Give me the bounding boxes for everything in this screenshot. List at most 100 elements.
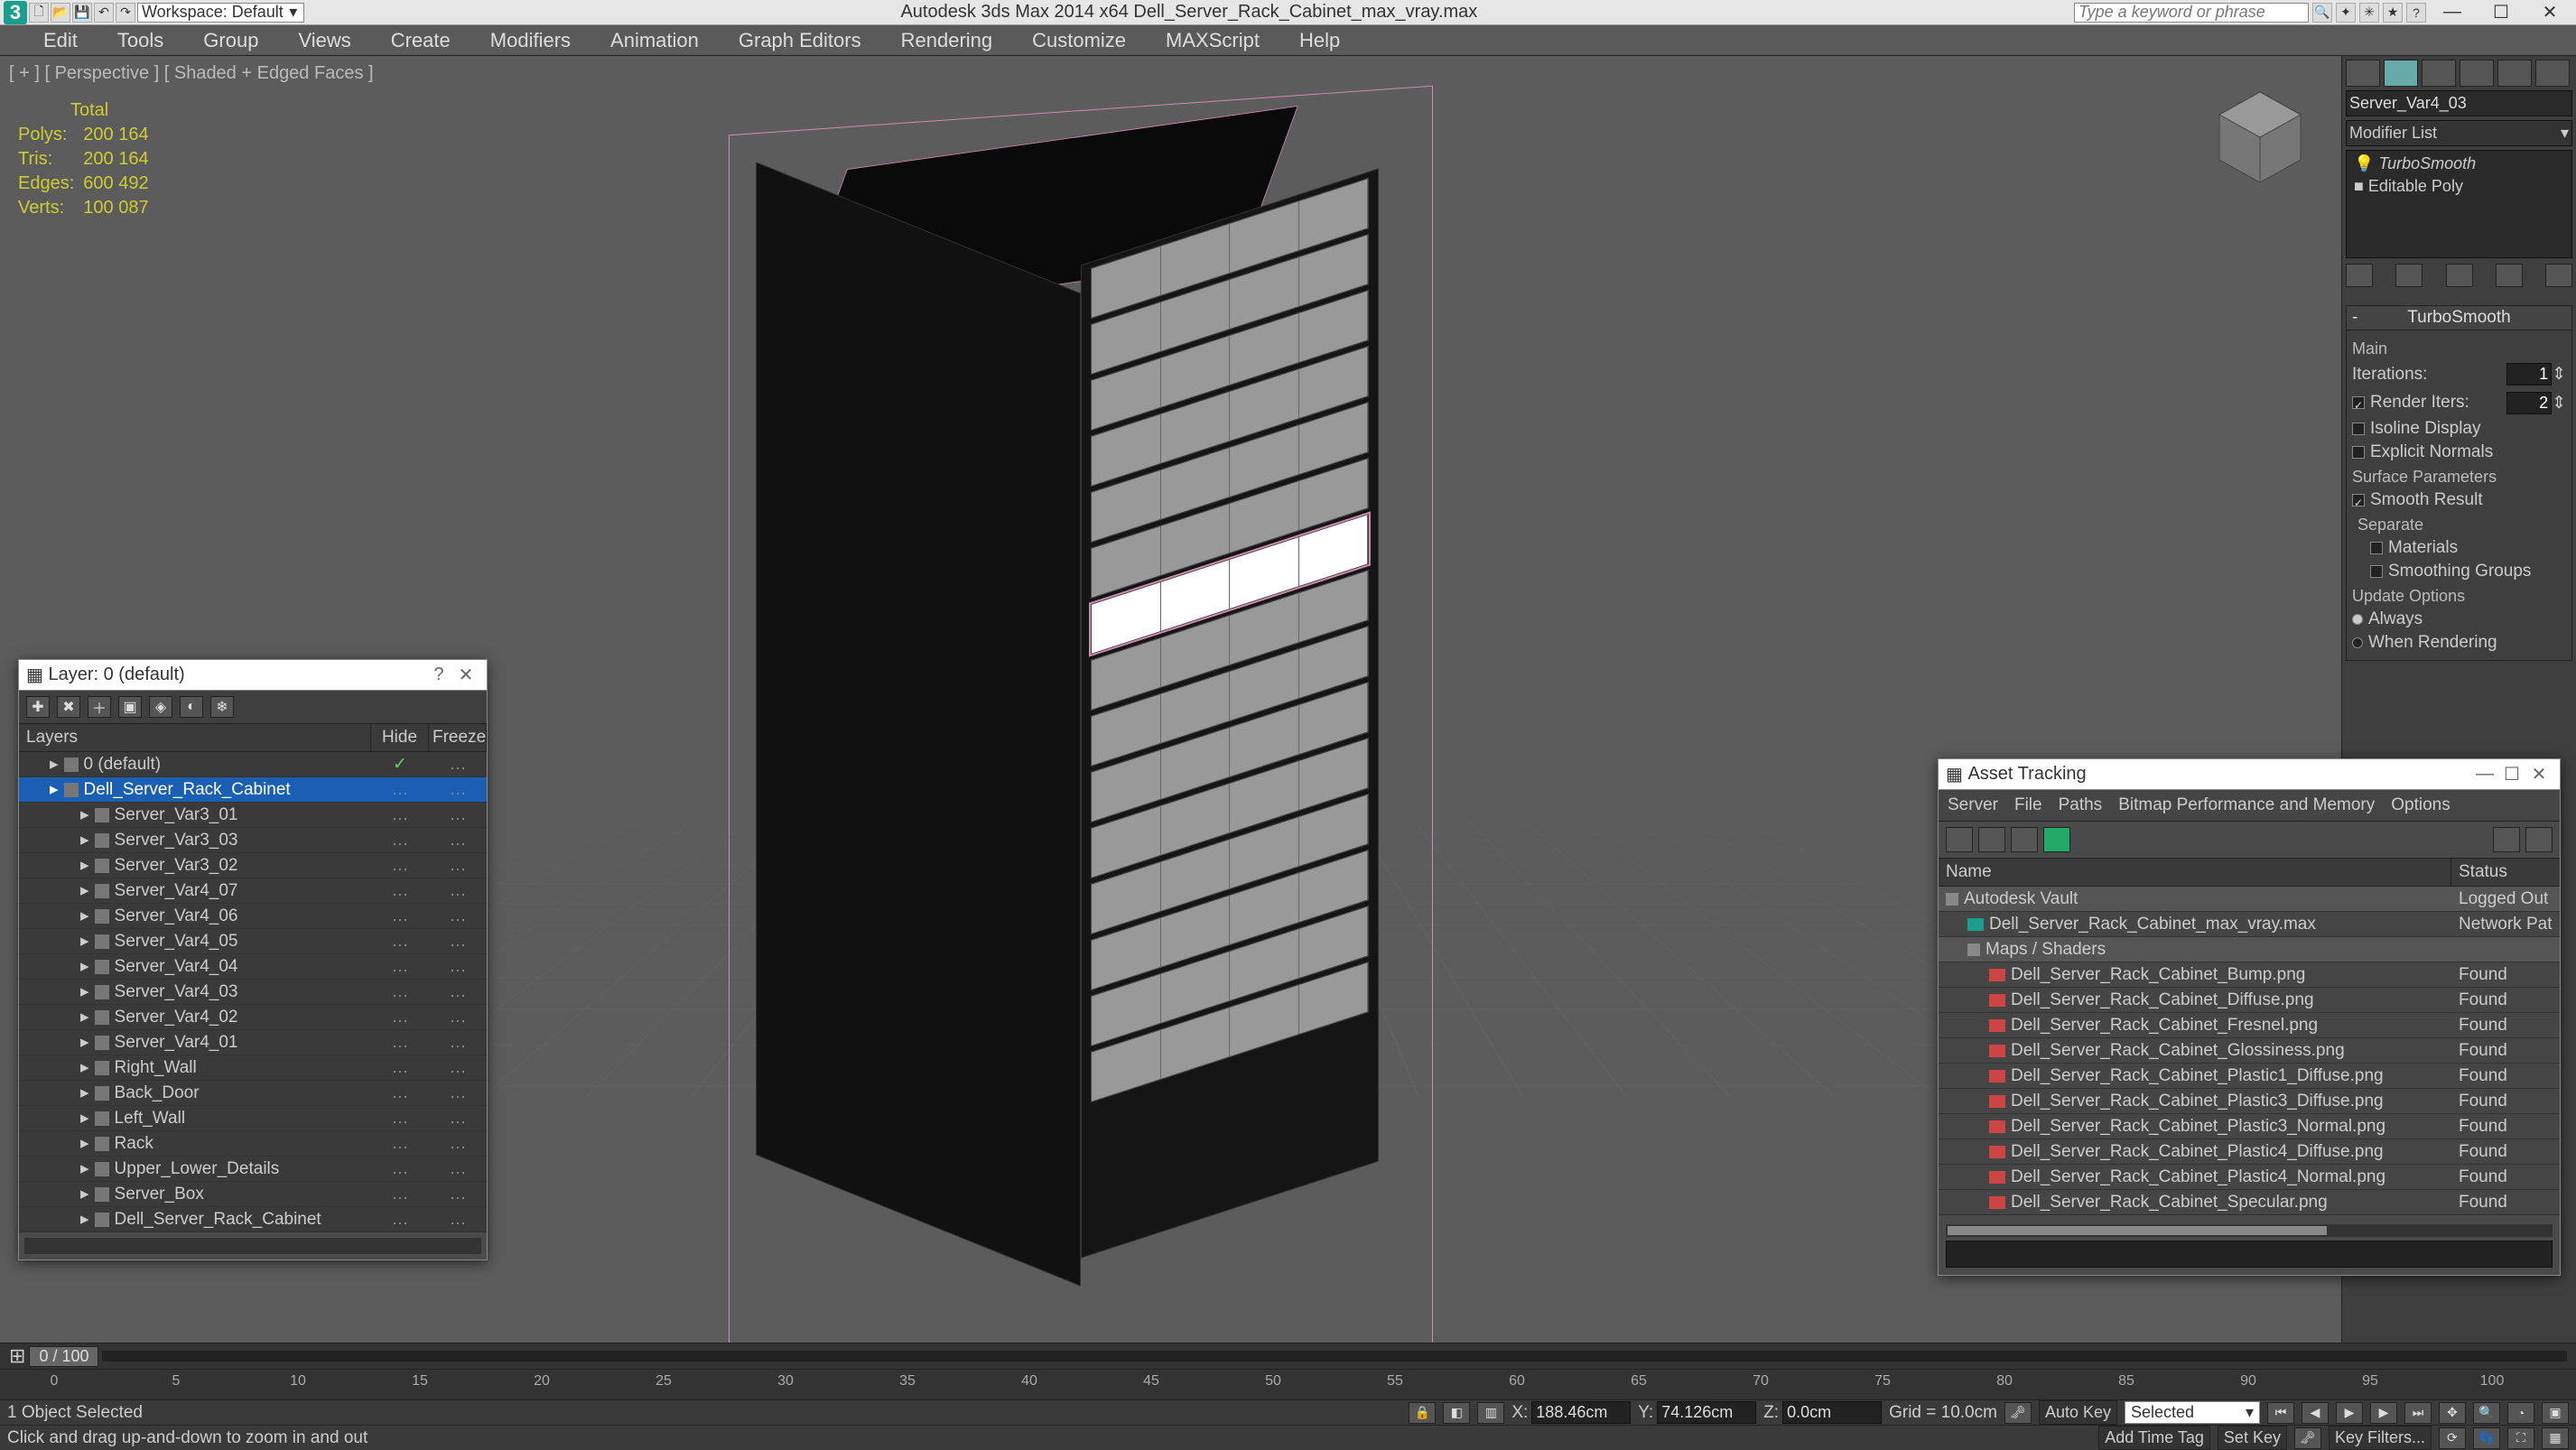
- menu-edit[interactable]: Edit: [36, 25, 85, 56]
- addtimetag-button[interactable]: Add Time Tag: [2098, 1426, 2210, 1450]
- expand-icon[interactable]: ▸: [80, 1184, 89, 1204]
- asset-row[interactable]: Dell_Server_Rack_Cabinet_Plastic3_Normal…: [1939, 1114, 2560, 1139]
- freeze-cell[interactable]: …: [429, 805, 487, 825]
- freeze-cell[interactable]: …: [429, 1058, 487, 1078]
- freeze-cell[interactable]: …: [429, 932, 487, 952]
- hide-cell[interactable]: …: [371, 1008, 429, 1027]
- time-slider-thumb[interactable]: 0 / 100: [29, 1346, 98, 1367]
- remove-modifier-icon[interactable]: [2496, 264, 2523, 287]
- layer-row[interactable]: ▸Server_Box……: [19, 1182, 487, 1207]
- freeze-cell[interactable]: …: [429, 780, 487, 800]
- play-icon[interactable]: ▶: [2336, 1402, 2363, 1424]
- tab-create[interactable]: [2346, 60, 2380, 87]
- next-frame-icon[interactable]: ▶: [2370, 1402, 2397, 1424]
- spinner-arrows-icon[interactable]: ⇕: [2552, 365, 2566, 384]
- expand-icon[interactable]: ▸: [80, 804, 89, 825]
- asset-list[interactable]: Autodesk VaultLogged OutDell_Server_Rack…: [1939, 887, 2560, 1215]
- asset-tracking-dialog[interactable]: ▦ Asset Tracking — ☐ ✕ ServerFilePathsBi…: [1938, 758, 2561, 1276]
- nav-extra-icon[interactable]: ▦: [2542, 1427, 2569, 1449]
- hide-cell[interactable]: …: [371, 1185, 429, 1204]
- expand-icon[interactable]: ▸: [80, 1108, 89, 1129]
- app-menu-button[interactable]: 3: [4, 1, 27, 24]
- menu-animation[interactable]: Animation: [603, 25, 706, 56]
- smooth-result-check[interactable]: [2352, 494, 2365, 507]
- asset-row[interactable]: Dell_Server_Rack_Cabinet_Plastic3_Diffus…: [1939, 1089, 2560, 1114]
- asset-row[interactable]: Dell_Server_Rack_Cabinet_Diffuse.pngFoun…: [1939, 988, 2560, 1013]
- goto-end-icon[interactable]: ⏭: [2404, 1402, 2432, 1424]
- goto-start-icon[interactable]: ⏮: [2267, 1402, 2294, 1424]
- viewport-label[interactable]: [ + ] [ Perspective ] [ Shaded + Edged F…: [9, 63, 374, 84]
- freeze-cell[interactable]: …: [429, 856, 487, 876]
- asset-row[interactable]: Dell_Server_Rack_Cabinet_Specular.pngFou…: [1939, 1190, 2560, 1215]
- save-icon[interactable]: 💾: [72, 3, 92, 23]
- hide-cell[interactable]: …: [371, 957, 429, 977]
- update-render-radio[interactable]: [2352, 637, 2363, 648]
- menu-group[interactable]: Group: [196, 25, 265, 56]
- hide-cell[interactable]: …: [371, 856, 429, 876]
- asset-row[interactable]: Dell_Server_Rack_Cabinet_Plastic4_Diffus…: [1939, 1139, 2560, 1165]
- key-big-icon[interactable]: 🗝: [2294, 1427, 2321, 1449]
- expand-icon[interactable]: ▸: [80, 956, 89, 977]
- keyfilters-button[interactable]: Key Filters...: [2329, 1426, 2432, 1450]
- stack-item-editable-poly[interactable]: ■ Editable Poly: [2348, 175, 2570, 198]
- search-input[interactable]: Type a keyword or phrase: [2074, 3, 2309, 23]
- tab-utilities[interactable]: [2535, 60, 2570, 87]
- render-iters-spinner[interactable]: [2506, 392, 2552, 414]
- expand-icon[interactable]: ▸: [80, 830, 89, 850]
- menu-maxscript[interactable]: MAXScript: [1158, 25, 1267, 56]
- show-end-result-icon[interactable]: [2395, 264, 2423, 287]
- explicit-normals-check[interactable]: [2352, 446, 2365, 459]
- time-slider[interactable]: ⊞ 0 / 100: [0, 1343, 2576, 1369]
- help-button[interactable]: ?: [425, 665, 452, 685]
- maximize-button[interactable]: ☐: [2498, 763, 2525, 785]
- scrollbar-thumb[interactable]: [1948, 1226, 2327, 1235]
- hide-cell[interactable]: …: [371, 780, 429, 800]
- freeze-cell[interactable]: …: [429, 1083, 487, 1103]
- lock-selection-icon[interactable]: 🔒: [1409, 1402, 1436, 1424]
- layer-row[interactable]: ▸0 (default)✓…: [19, 752, 487, 777]
- hide-cell[interactable]: …: [371, 1033, 429, 1053]
- hide-cell[interactable]: …: [371, 1058, 429, 1078]
- layer-dialog-titlebar[interactable]: ▦ Layer: 0 (default) ? ✕: [19, 660, 487, 691]
- layer-hscroll[interactable]: [24, 1238, 481, 1254]
- asset-row[interactable]: Dell_Server_Rack_Cabinet_Plastic1_Diffus…: [1939, 1064, 2560, 1089]
- isoline-check[interactable]: [2352, 423, 2365, 435]
- layer-row[interactable]: ▸Server_Var4_04……: [19, 954, 487, 980]
- key-mode-icon[interactable]: 🗝: [2004, 1402, 2032, 1424]
- update-always-radio[interactable]: [2352, 614, 2363, 625]
- hide-cell[interactable]: …: [371, 1210, 429, 1230]
- close-button[interactable]: ✕: [2527, 2, 2572, 23]
- time-slider-track[interactable]: [102, 1351, 2567, 1362]
- freeze-cell[interactable]: …: [429, 1159, 487, 1179]
- table-icon[interactable]: [2011, 827, 2038, 852]
- col-status[interactable]: Status: [2451, 859, 2560, 886]
- infocenter-icon[interactable]: ✦: [2336, 3, 2356, 23]
- tab-motion[interactable]: [2460, 60, 2494, 87]
- freeze-cell[interactable]: …: [429, 755, 487, 775]
- col-hide[interactable]: Hide: [371, 724, 429, 751]
- spinner-arrows-icon[interactable]: ⇕: [2552, 394, 2566, 413]
- layer-dialog[interactable]: ▦ Layer: 0 (default) ? ✕ ✚ ✖ ＋ ▣ ◈ ◐ ❄ L…: [18, 659, 488, 1260]
- freeze-cell[interactable]: …: [429, 881, 487, 901]
- menu-modifiers[interactable]: Modifiers: [483, 25, 578, 56]
- key-filter-dropdown[interactable]: Selected▾: [2125, 1401, 2260, 1424]
- col-layers[interactable]: Layers: [19, 724, 371, 751]
- object-name-input[interactable]: [2346, 90, 2572, 116]
- hide-cell[interactable]: …: [371, 1109, 429, 1129]
- freeze-cell[interactable]: …: [429, 982, 487, 1002]
- asset-dialog-titlebar[interactable]: ▦ Asset Tracking — ☐ ✕: [1939, 759, 2560, 790]
- hide-cell[interactable]: …: [371, 932, 429, 952]
- layer-row[interactable]: ▸Server_Var3_02……: [19, 853, 487, 878]
- freeze-layer-icon[interactable]: ❄: [210, 696, 234, 718]
- delete-layer-icon[interactable]: ✖: [57, 696, 80, 718]
- col-freeze[interactable]: Freeze: [429, 724, 487, 751]
- favorite-icon[interactable]: ★: [2383, 3, 2403, 23]
- layer-row[interactable]: ▸Upper_Lower_Details……: [19, 1157, 487, 1182]
- asset-menu-bitmap-performance-and-memory[interactable]: Bitmap Performance and Memory: [2118, 795, 2375, 815]
- hide-cell[interactable]: …: [371, 982, 429, 1002]
- asset-menu-server[interactable]: Server: [1948, 795, 1998, 815]
- help-icon[interactable]: ?: [2406, 3, 2426, 23]
- sep-smoothing-check[interactable]: [2370, 565, 2383, 578]
- expand-icon[interactable]: ▸: [80, 1007, 89, 1027]
- new-layer-icon[interactable]: ✚: [26, 696, 50, 718]
